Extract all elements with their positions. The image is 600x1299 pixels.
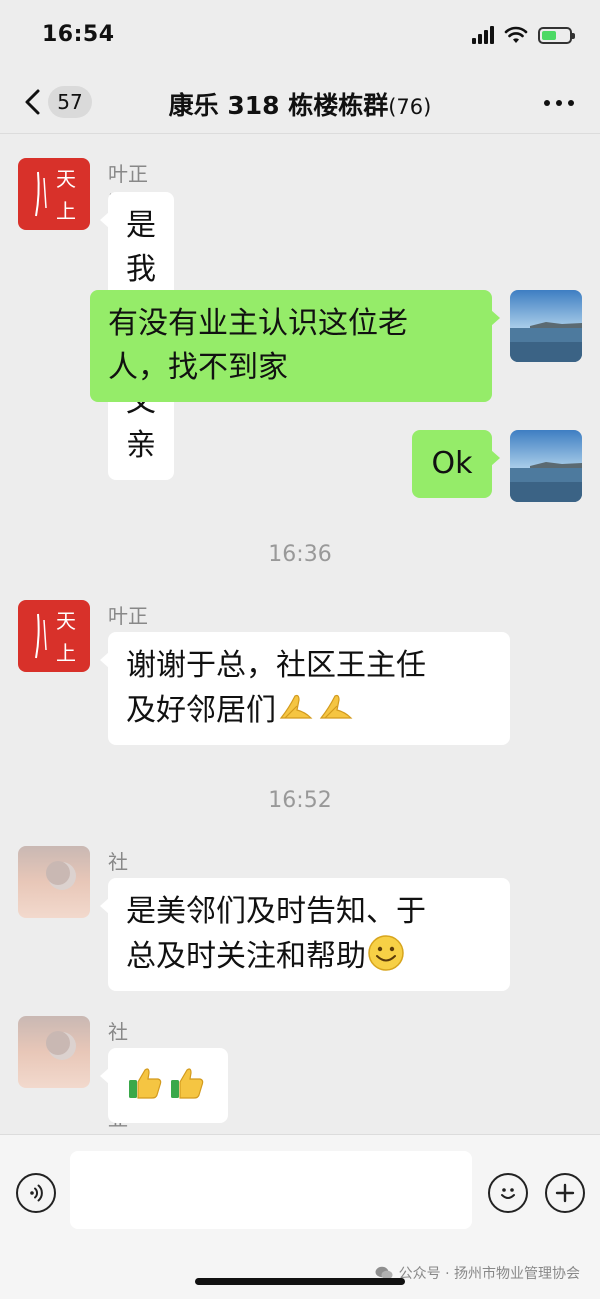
- message-line: 及好邻居们: [126, 688, 492, 733]
- svg-text:上: 上: [56, 199, 76, 223]
- emoji-button[interactable]: [488, 1173, 528, 1213]
- svg-text:上: 上: [56, 641, 76, 665]
- svg-text:天: 天: [56, 609, 76, 633]
- message-bubble[interactable]: 有没有业主认识这位老 人，找不到家: [90, 290, 500, 402]
- lake-avatar[interactable]: [510, 430, 582, 502]
- message-timestamp: 16:36: [268, 542, 332, 567]
- message-bubble[interactable]: 是美邻们及时告知、于 总及时关注和帮助: [100, 878, 510, 991]
- message-bubble[interactable]: Ok: [412, 430, 500, 498]
- plus-icon: [555, 1183, 575, 1203]
- thumbs-up-icon: [129, 1068, 162, 1099]
- more-functions-button[interactable]: [545, 1173, 585, 1213]
- battery-level: [542, 30, 557, 40]
- group-name: 康乐 318 栋楼栋群: [168, 91, 389, 120]
- message-line: 总及时关注和帮助: [126, 934, 492, 979]
- message-line: 人，找不到家: [108, 350, 288, 385]
- voice-icon: [30, 1184, 43, 1202]
- moon-avatar[interactable]: [18, 846, 90, 918]
- home-indicator: [195, 1278, 405, 1285]
- member-count: (76): [388, 95, 432, 119]
- lake-avatar[interactable]: [510, 290, 582, 362]
- message-line: 谢谢于总，社区王主任: [126, 648, 426, 683]
- svg-text:天: 天: [56, 167, 76, 191]
- watermark-text: 公众号 · 扬州市物业管理协会: [398, 1266, 580, 1282]
- smile-icon: [368, 935, 404, 971]
- status-bar: 16:54: [0, 0, 600, 70]
- chat-title: 康乐 318 栋楼栋群(76): [0, 86, 600, 122]
- calligraphy-avatar[interactable]: 天 上: [18, 600, 90, 672]
- praying-hands-icon: [319, 694, 353, 719]
- more-options-icon[interactable]: [544, 100, 574, 106]
- moon-avatar[interactable]: [18, 1016, 90, 1088]
- message-line: 有没有业主认识这位老: [108, 306, 408, 341]
- message-text-input[interactable]: [70, 1151, 472, 1229]
- message-bubble[interactable]: 谢谢于总，社区王主任 及好邻居们: [100, 632, 510, 745]
- watermark: 公众号 · 扬州市物业管理协会: [375, 1263, 580, 1283]
- battery-icon: [538, 26, 575, 44]
- emoji-face-icon: [501, 1188, 515, 1199]
- thumbs-up-icon: [171, 1068, 204, 1099]
- calligraphy-avatar[interactable]: 天 上: [18, 158, 90, 230]
- message-line: 是美邻们及时告知、于: [126, 894, 426, 929]
- voice-input-button[interactable]: [16, 1173, 56, 1213]
- cellular-signal-icon: [472, 26, 494, 44]
- status-time: 16:54: [42, 22, 115, 47]
- chat-header: 57 康乐 318 栋楼栋群(76): [0, 70, 600, 134]
- message-timestamp: 16:52: [268, 788, 332, 813]
- status-icons: [472, 26, 575, 44]
- praying-hands-icon: [279, 694, 313, 719]
- wifi-icon: [504, 26, 528, 43]
- message-input-bar: 公众号 · 扬州市物业管理协会: [0, 1134, 600, 1299]
- message-bubble[interactable]: [100, 1048, 228, 1123]
- chat-message-list[interactable]: 天 上 叶正清 318-603 是我家老父亲 有没有业主认识这位老 人，找不到家: [0, 134, 600, 1160]
